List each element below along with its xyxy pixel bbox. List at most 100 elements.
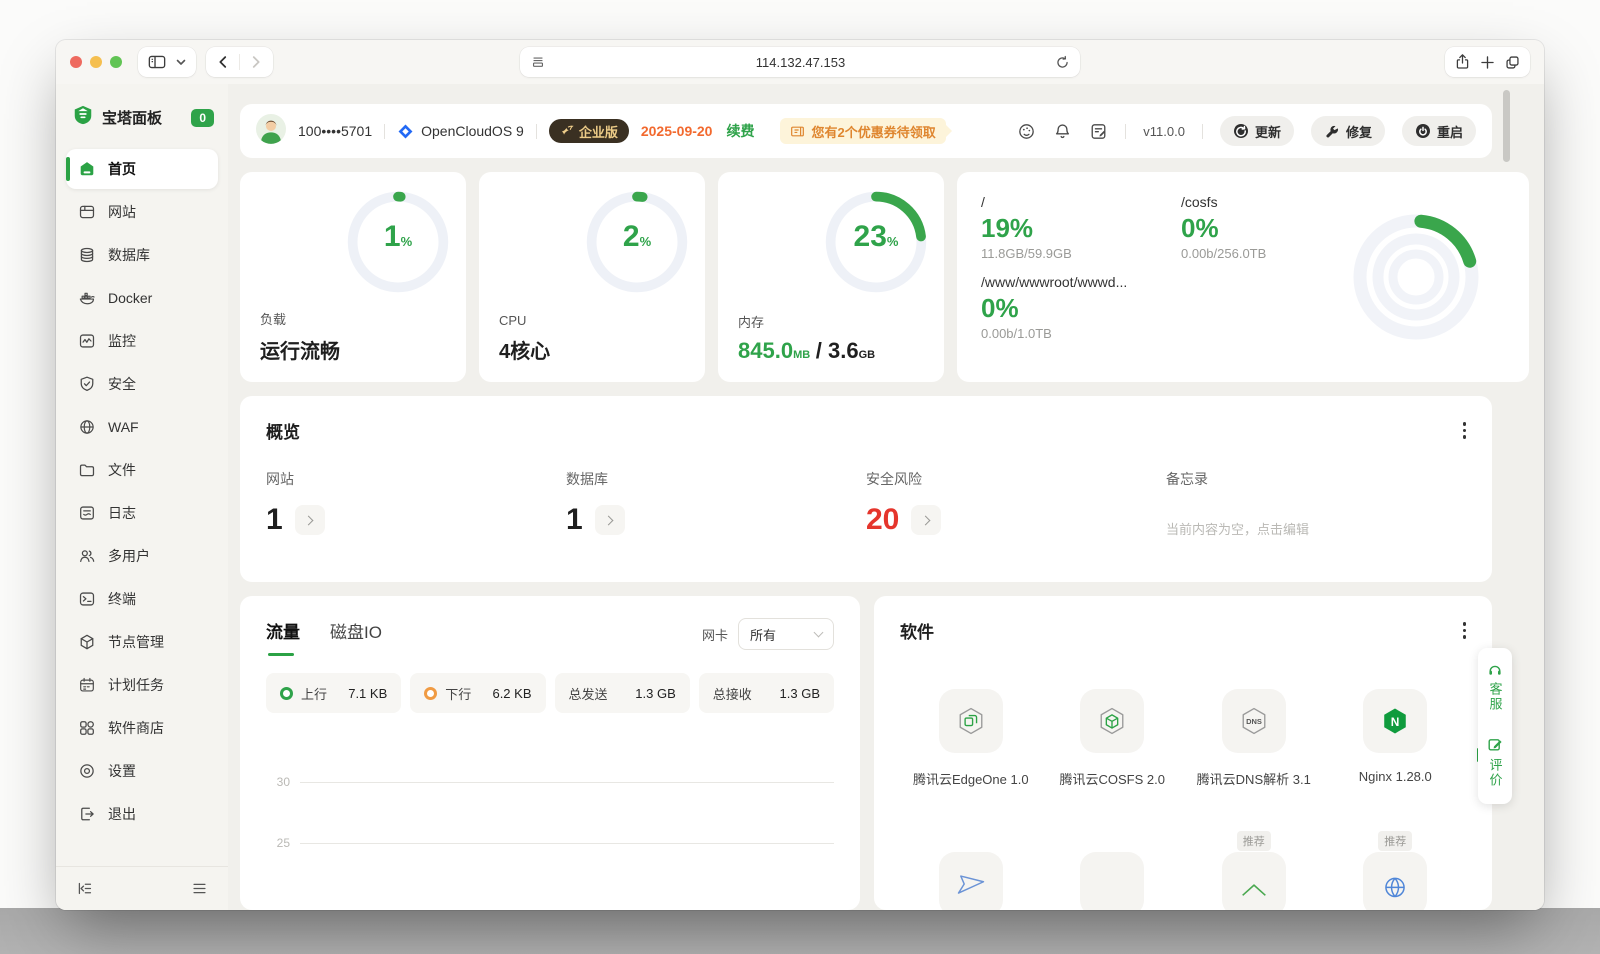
renew-link[interactable]: 续费: [726, 121, 754, 141]
customer-service-button[interactable]: 客服: [1487, 662, 1503, 712]
browser-window: 114.132.47.153 宝塔面板 0: [56, 40, 1544, 910]
websites-arrow-button[interactable]: [295, 505, 325, 535]
monitor-icon: [78, 332, 96, 350]
zoom-window-button[interactable]: [110, 56, 122, 68]
software-menu-icon[interactable]: [1463, 622, 1467, 639]
feedback-button[interactable]: 评价: [1487, 736, 1503, 788]
memory-card: 23% 内存 845.0MB / 3.6GB: [718, 172, 944, 382]
load-status: 运行流畅: [260, 335, 340, 364]
app-partial-4[interactable]: 推荐: [1325, 852, 1467, 910]
folder-icon: [78, 461, 96, 479]
cube-icon: [78, 633, 96, 651]
sidebar-item-home[interactable]: 首页: [66, 149, 218, 189]
wrench-icon: [1324, 123, 1340, 139]
overview-memo: 备忘录 当前内容为空，点击编辑: [1166, 469, 1466, 538]
repair-button[interactable]: 修复: [1311, 116, 1385, 146]
avatar[interactable]: [256, 114, 286, 149]
theme-icon[interactable]: [1017, 122, 1036, 141]
app-cosfs[interactable]: 腾讯云COSFS 2.0: [1042, 689, 1184, 788]
address-bar[interactable]: 114.132.47.153: [520, 47, 1080, 77]
sidebar-item-terminal[interactable]: 终端: [66, 579, 218, 619]
users-icon: [78, 547, 96, 565]
baota-logo-icon: [72, 104, 94, 131]
disk-root: / 19% 11.8GB/59.9GB: [981, 194, 1181, 261]
account-name[interactable]: 100••••5701: [298, 123, 372, 139]
app-partial-1[interactable]: [900, 852, 1042, 910]
tab-disk-io[interactable]: 磁盘IO: [330, 618, 382, 643]
coupon-banner[interactable]: 您有2个优惠券待领取: [780, 118, 945, 144]
chevron-down-icon[interactable]: [175, 56, 187, 68]
disk-wwwroot: /www/wwwroot/wwwd... 0% 0.00b/1.0TB: [981, 274, 1181, 341]
sidebar-item-settings[interactable]: 设置: [66, 751, 218, 791]
main-content: 100••••5701 OpenCloudOS 9 企业版 2025-09-20…: [228, 84, 1544, 910]
home-icon: [78, 160, 96, 178]
cpu-label: CPU: [499, 313, 550, 328]
databases-arrow-button[interactable]: [595, 505, 625, 535]
sidebar-toggle-group: [138, 47, 196, 77]
url-text: 114.132.47.153: [546, 55, 1055, 70]
sidebar-item-nodes[interactable]: 节点管理: [66, 622, 218, 662]
memo-placeholder[interactable]: 当前内容为空，点击编辑: [1166, 519, 1466, 538]
tab-traffic[interactable]: 流量: [266, 618, 300, 643]
software-card: 软件 腾讯云EdgeOne 1.0 腾讯云COSFS 2.0 DNS: [874, 596, 1492, 910]
traffic-card: 流量 磁盘IO 网卡 所有 上行 7.1 KB: [240, 596, 860, 910]
security-risks-arrow-button[interactable]: [911, 505, 941, 535]
chevron-down-icon: [814, 627, 824, 637]
tab-overview-icon[interactable]: [1504, 54, 1521, 71]
share-icon[interactable]: [1454, 53, 1471, 71]
app-nginx[interactable]: N Nginx 1.28.0: [1325, 689, 1467, 788]
svg-text:N: N: [1391, 715, 1400, 729]
update-button[interactable]: 更新: [1220, 116, 1294, 146]
overview-menu-icon[interactable]: [1463, 422, 1467, 439]
memory-usage: 845.0MB / 3.6GB: [738, 338, 875, 364]
nginx-icon: N: [1378, 705, 1412, 737]
sidebar-item-files[interactable]: 文件: [66, 450, 218, 490]
browser-sidebar-icon[interactable]: [147, 53, 167, 71]
docker-icon: [78, 289, 96, 307]
sidebar-item-monitor[interactable]: 监控: [66, 321, 218, 361]
scrollbar-thumb[interactable]: [1503, 90, 1510, 162]
bell-icon[interactable]: [1053, 122, 1072, 141]
nic-select[interactable]: 所有: [738, 618, 834, 650]
sidebar-item-appstore[interactable]: 软件商店: [66, 708, 218, 748]
shield-check-icon: [78, 375, 96, 393]
opencloudos-icon: [397, 123, 414, 140]
message-count-badge[interactable]: 0: [191, 109, 214, 127]
memo-icon[interactable]: [1089, 122, 1108, 141]
log-icon: [78, 504, 96, 522]
traffic-total-sent-stat: 总发送 1.3 GB: [555, 673, 690, 713]
app-partial-2[interactable]: [1042, 852, 1184, 910]
nav-buttons: [206, 47, 273, 77]
calendar-icon: [78, 676, 96, 694]
close-window-button[interactable]: [70, 56, 82, 68]
traffic-down-stat: 下行 6.2 KB: [410, 673, 545, 713]
back-button[interactable]: [215, 54, 231, 70]
sidebar-item-security[interactable]: 安全: [66, 364, 218, 404]
dns-icon: DNS: [1237, 705, 1271, 737]
sidebar-item-docker[interactable]: Docker: [66, 278, 218, 318]
collapse-sidebar-icon[interactable]: [76, 880, 93, 897]
minimize-window-button[interactable]: [90, 56, 102, 68]
overview-title: 概览: [266, 418, 1466, 443]
headset-icon: [1487, 662, 1503, 676]
reload-icon[interactable]: [1055, 55, 1070, 70]
app-edgeone[interactable]: 腾讯云EdgeOne 1.0: [900, 689, 1042, 788]
sidebar-item-waf[interactable]: WAF: [66, 407, 218, 447]
forward-button[interactable]: [248, 54, 264, 70]
menu-list-icon[interactable]: [191, 880, 208, 897]
new-tab-icon[interactable]: [1479, 54, 1496, 71]
restart-button[interactable]: 重启: [1402, 116, 1476, 146]
edition-brush-icon: [560, 124, 574, 138]
nic-label: 网卡: [702, 625, 728, 644]
sidebar-item-multiuser[interactable]: 多用户: [66, 536, 218, 576]
sidebar-item-logout[interactable]: 退出: [66, 794, 218, 834]
sidebar-item-databases[interactable]: 数据库: [66, 235, 218, 275]
sidebar-item-cron[interactable]: 计划任务: [66, 665, 218, 705]
edit-icon: [1487, 736, 1503, 752]
sidebar-item-websites[interactable]: 网站: [66, 192, 218, 232]
app-dns[interactable]: DNS 腾讯云DNS解析 3.1: [1183, 689, 1325, 788]
edition-badge[interactable]: 企业版: [549, 119, 629, 143]
sidebar-item-logs[interactable]: 日志: [66, 493, 218, 533]
app-partial-3[interactable]: 推荐: [1183, 852, 1325, 910]
reader-icon[interactable]: [530, 54, 546, 70]
